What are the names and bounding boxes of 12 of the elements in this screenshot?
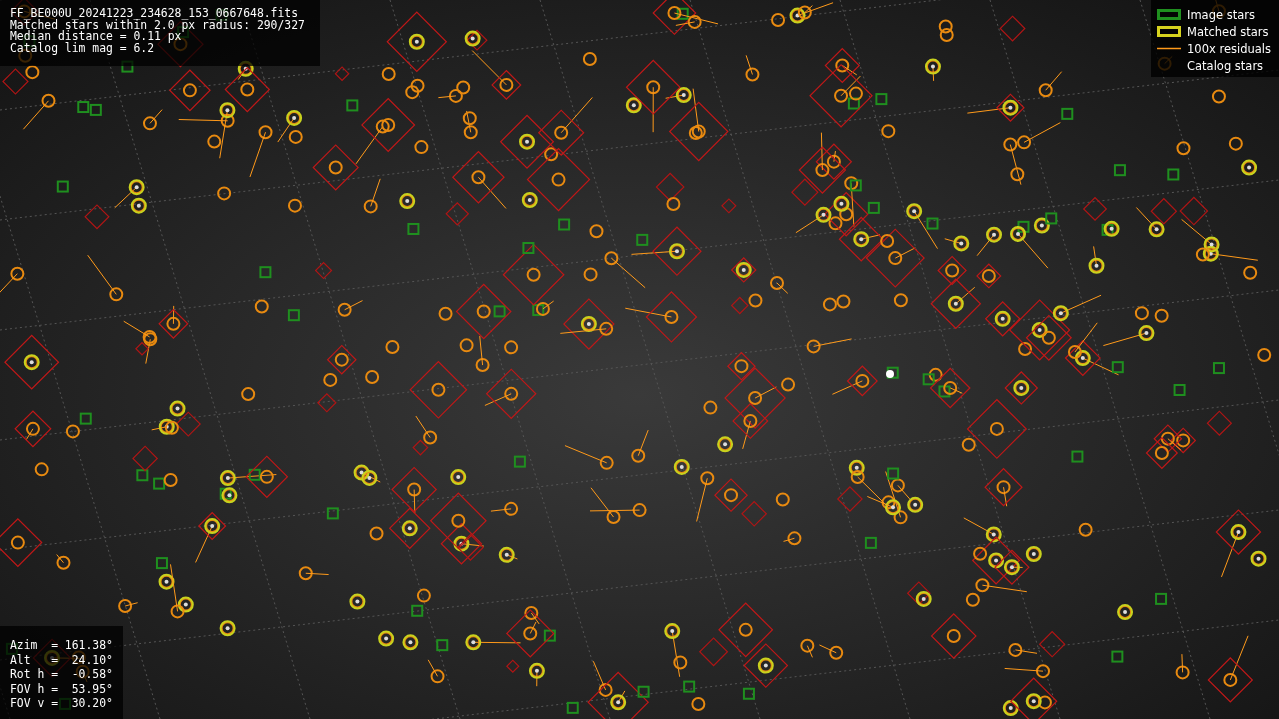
pointing-line: Azim = 161.38° — [10, 638, 113, 653]
pointing-line: FOV h = 53.95° — [10, 681, 113, 697]
pointing-line: FOV v = 30.20° — [10, 696, 113, 711]
info-line: Catalog lim mag = 6.2 — [10, 42, 155, 55]
legend-label: Matched stars — [1187, 24, 1269, 39]
legend-label: Catalog stars — [1187, 58, 1264, 73]
legend-label: Image stars — [1187, 7, 1255, 22]
pointing-line: Rot h = -0.58° — [10, 667, 113, 682]
info-line: Median distance = 0.11 px — [10, 31, 182, 43]
info-line: FF_BE000U_20241223_234628_153_0667648.fits — [10, 8, 300, 20]
legend-label: 100x residuals — [1187, 41, 1271, 56]
pointing-line: Alt = 24.10° — [10, 652, 113, 668]
